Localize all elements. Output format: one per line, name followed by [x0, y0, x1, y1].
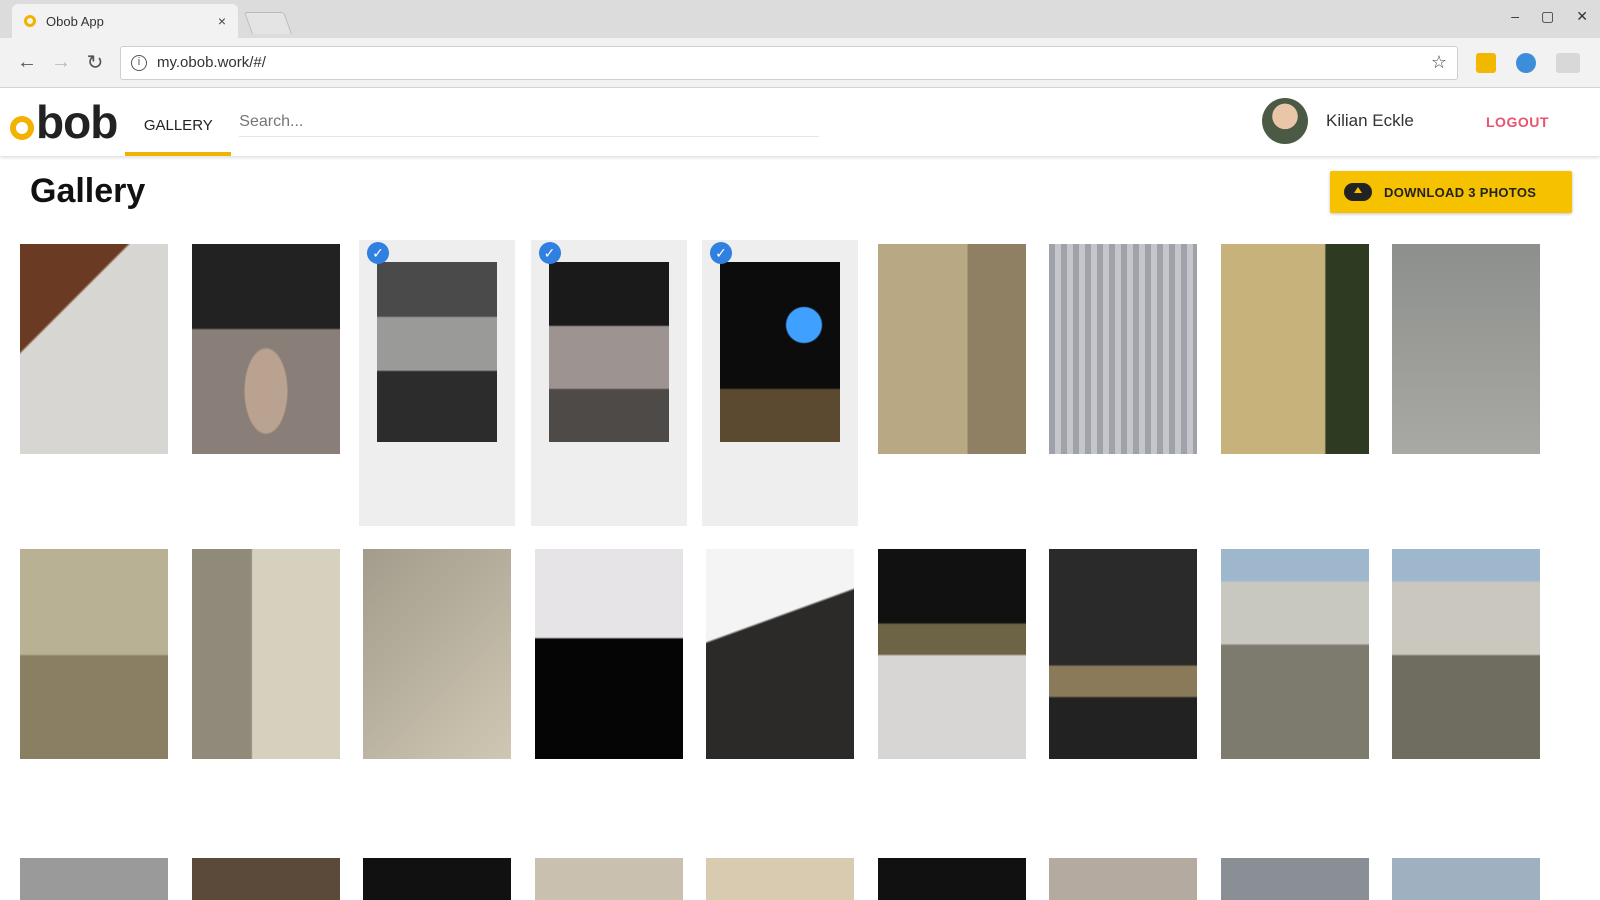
photo-thumbnail[interactable] [20, 858, 168, 900]
selected-check-icon[interactable]: ✓ [710, 242, 732, 264]
photo-card[interactable] [16, 541, 172, 841]
window-controls: – ▢ ✕ [1511, 8, 1588, 25]
app-favicon-icon [24, 15, 36, 27]
forward-icon[interactable]: → [44, 51, 78, 74]
photo-card[interactable] [1045, 850, 1201, 900]
photo-card[interactable] [702, 541, 858, 841]
app-header: bob GALLERY Kilian Eckle LOGOUT [0, 88, 1600, 156]
browser-tab[interactable]: Obob App × [12, 4, 238, 38]
photo-thumbnail[interactable] [363, 858, 511, 900]
selected-check-icon[interactable]: ✓ [367, 242, 389, 264]
tab-title: Obob App [46, 13, 104, 29]
tab-close-icon[interactable]: × [218, 13, 226, 29]
site-info-icon[interactable]: i [131, 54, 147, 71]
photo-thumbnail[interactable] [534, 549, 683, 759]
photo-card[interactable] [874, 240, 1030, 526]
browser-toolbar: ← → ↻ i my.obob.work/#/ ☆ [0, 38, 1600, 88]
photo-thumbnail[interactable] [191, 858, 340, 900]
obob-logo[interactable]: bob [10, 95, 118, 149]
close-window-icon[interactable]: ✕ [1576, 8, 1588, 25]
restore-icon[interactable]: ▢ [1541, 8, 1554, 25]
photo-card[interactable] [1217, 240, 1373, 526]
photo-thumbnail[interactable] [706, 549, 854, 759]
photo-thumbnail[interactable] [191, 244, 340, 454]
photo-card[interactable]: ✓ [359, 240, 515, 526]
nav-gallery-tab[interactable]: GALLERY [125, 88, 232, 156]
photo-card[interactable] [188, 541, 344, 841]
extension-yellow-icon[interactable] [1476, 52, 1496, 73]
photo-thumbnail[interactable] [548, 262, 669, 442]
photo-thumbnail[interactable] [877, 549, 1026, 759]
cloud-download-icon [1344, 183, 1372, 201]
photo-thumbnail[interactable] [720, 262, 840, 442]
logout-button[interactable]: LOGOUT [1486, 114, 1549, 130]
photo-card[interactable] [531, 850, 687, 900]
photo-card[interactable] [16, 240, 172, 526]
user-menu[interactable]: Kilian Eckle [1262, 98, 1414, 144]
photo-grid: ✓ ✓ ✓ [16, 240, 1586, 900]
photo-thumbnail[interactable] [1392, 858, 1540, 900]
photo-card[interactable] [702, 850, 858, 900]
photo-card[interactable] [1388, 541, 1544, 841]
photo-card[interactable]: ✓ [702, 240, 858, 526]
photo-thumbnail[interactable] [1220, 858, 1369, 900]
photo-card[interactable] [1217, 541, 1373, 841]
back-icon[interactable]: ← [10, 51, 44, 74]
address-bar[interactable]: i my.obob.work/#/ ☆ [120, 45, 1458, 80]
photo-card[interactable] [188, 850, 344, 900]
user-name: Kilian Eckle [1326, 111, 1414, 130]
page-title: Gallery [30, 172, 146, 210]
photo-card[interactable] [359, 850, 515, 900]
photo-card[interactable] [1045, 541, 1201, 841]
reload-icon[interactable]: ↻ [78, 50, 112, 75]
photo-card[interactable] [1388, 850, 1544, 900]
download-photos-button[interactable]: DOWNLOAD 3 PHOTOS [1330, 171, 1572, 213]
selected-check-icon[interactable]: ✓ [538, 242, 561, 264]
photo-thumbnail[interactable] [377, 262, 497, 442]
photo-thumbnail[interactable] [1392, 244, 1540, 454]
photo-card[interactable] [874, 850, 1030, 900]
download-button-label: DOWNLOAD 3 PHOTOS [1384, 184, 1537, 200]
new-tab-button[interactable] [243, 12, 293, 34]
photo-thumbnail[interactable] [877, 858, 1026, 900]
extension-blue-icon[interactable] [1516, 52, 1536, 73]
photo-thumbnail[interactable] [1049, 244, 1197, 454]
photo-thumbnail[interactable] [706, 858, 854, 900]
photo-thumbnail[interactable] [1049, 549, 1197, 759]
photo-card[interactable] [1217, 850, 1373, 900]
photo-card[interactable] [16, 850, 172, 900]
photo-thumbnail[interactable] [20, 244, 168, 454]
photo-thumbnail[interactable] [1392, 549, 1540, 759]
photo-thumbnail[interactable] [1220, 244, 1369, 454]
search-input[interactable] [239, 107, 820, 137]
photo-card[interactable] [874, 541, 1030, 841]
photo-card[interactable] [359, 541, 515, 841]
photo-thumbnail[interactable] [877, 244, 1026, 454]
photo-thumbnail[interactable] [191, 549, 340, 759]
browser-menu-icon[interactable] [1556, 52, 1580, 73]
photo-card[interactable] [1388, 240, 1544, 526]
logo-ring-icon [10, 116, 34, 140]
photo-thumbnail[interactable] [534, 858, 683, 900]
photo-card[interactable] [1045, 240, 1201, 526]
photo-thumbnail[interactable] [1220, 549, 1369, 759]
photo-thumbnail[interactable] [1049, 858, 1197, 900]
minimize-icon[interactable]: – [1511, 8, 1519, 25]
avatar[interactable] [1262, 98, 1308, 144]
photo-thumbnail[interactable] [20, 549, 168, 759]
url-text[interactable]: my.obob.work/#/ [157, 54, 1431, 71]
browser-tabstrip: Obob App × – ▢ ✕ [0, 0, 1600, 38]
bookmark-star-icon[interactable]: ☆ [1431, 52, 1447, 73]
photo-card[interactable]: ✓ [530, 240, 687, 526]
photo-thumbnail[interactable] [363, 549, 511, 759]
photo-card[interactable] [188, 240, 344, 526]
photo-card[interactable] [531, 541, 687, 841]
